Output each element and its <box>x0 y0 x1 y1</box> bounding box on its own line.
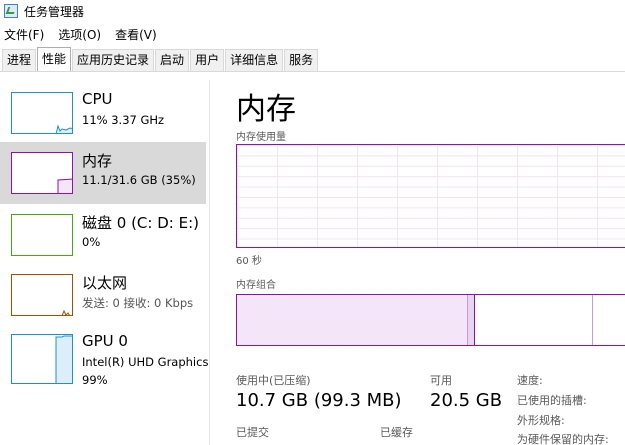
sidebar-item-title: GPU 0 <box>82 332 128 350</box>
composition-standby <box>592 295 593 345</box>
committed-label: 已提交 <box>236 426 269 439</box>
in-use-label: 使用中(已压缩) <box>236 374 311 387</box>
menu-view[interactable]: 查看(V) <box>115 26 157 43</box>
sidebar-item-ethernet[interactable]: 以太网 发送: 0 接收: 0 Kbps <box>0 264 206 326</box>
sidebar-item-subtitle-2: 99% <box>82 373 108 387</box>
performance-sidebar: CPU 11% 3.37 GHz 内存 11.1/31.6 GB (35%) 磁… <box>0 80 210 445</box>
composition-in-use <box>237 295 467 345</box>
sidebar-item-subtitle: 发送: 0 接收: 0 Kbps <box>82 296 194 310</box>
sidebar-item-memory[interactable]: 内存 11.1/31.6 GB (35%) <box>0 142 206 204</box>
available-label: 可用 <box>430 374 452 387</box>
page-title: 内存 <box>236 92 296 127</box>
sidebar-item-subtitle: 11% 3.37 GHz <box>82 113 165 127</box>
tab-app-history[interactable]: 应用历史记录 <box>72 49 155 71</box>
memory-composition-graph[interactable] <box>236 294 625 346</box>
sidebar-item-title: 磁盘 0 (C: D: E:) <box>82 214 199 232</box>
title-bar: 任务管理器 <box>0 0 625 22</box>
memory-usage-label: 内存使用量 <box>236 132 286 143</box>
composition-modified <box>467 295 475 345</box>
window-title: 任务管理器 <box>24 4 85 19</box>
tab-performance[interactable]: 性能 <box>37 47 72 71</box>
sidebar-item-gpu[interactable]: GPU 0 Intel(R) UHD Graphics 99% <box>0 324 209 394</box>
sidebar-item-subtitle: 0% <box>82 235 101 249</box>
speed-label: 速度: <box>517 374 543 387</box>
time-span-label: 60 秒 <box>236 256 262 267</box>
tab-services[interactable]: 服务 <box>284 49 319 71</box>
cpu-thumbnail-graph <box>11 92 73 134</box>
sidebar-item-title: 内存 <box>82 152 113 170</box>
available-value: 20.5 GB <box>430 390 503 411</box>
tab-users[interactable]: 用户 <box>190 49 225 71</box>
task-manager-app-icon <box>4 4 18 18</box>
memory-detail-panel: 内存 内存使用量 60 秒 内存组合 使用中(已压缩) 10.7 GB (99.… <box>222 80 625 445</box>
slots-used-label: 已使用的插槽: <box>517 394 587 407</box>
sidebar-item-title: 以太网 <box>82 274 128 292</box>
sidebar-item-title: CPU <box>82 90 113 108</box>
sidebar-item-subtitle: 11.1/31.6 GB (35%) <box>82 173 196 187</box>
tab-startup[interactable]: 启动 <box>155 49 190 71</box>
tab-processes[interactable]: 进程 <box>2 49 37 71</box>
hardware-reserved-label: 为硬件保留的内存: <box>517 433 609 445</box>
cached-label: 已缓存 <box>380 426 413 439</box>
form-factor-label: 外形规格: <box>517 414 565 427</box>
memory-usage-graph <box>236 144 625 248</box>
memory-composition-label: 内存组合 <box>236 280 276 291</box>
menu-file[interactable]: 文件(F) <box>4 26 44 43</box>
gpu-thumbnail-graph <box>11 334 73 384</box>
sidebar-item-cpu[interactable]: CPU 11% 3.37 GHz <box>0 82 206 144</box>
memory-thumbnail-graph <box>11 152 73 194</box>
tab-details[interactable]: 详细信息 <box>225 49 284 71</box>
tab-bar: 进程 性能 应用历史记录 启动 用户 详细信息 服务 <box>0 47 625 72</box>
menu-options[interactable]: 选项(O) <box>58 26 101 43</box>
in-use-value: 10.7 GB (99.3 MB) <box>236 390 402 411</box>
menu-bar: 文件(F) 选项(O) 查看(V) <box>0 24 171 44</box>
ethernet-thumbnail-graph <box>11 274 73 316</box>
sidebar-item-disk[interactable]: 磁盘 0 (C: D: E:) 0% <box>0 204 206 266</box>
disk-thumbnail-graph <box>11 214 73 256</box>
sidebar-item-subtitle: Intel(R) UHD Graphics <box>82 355 209 369</box>
